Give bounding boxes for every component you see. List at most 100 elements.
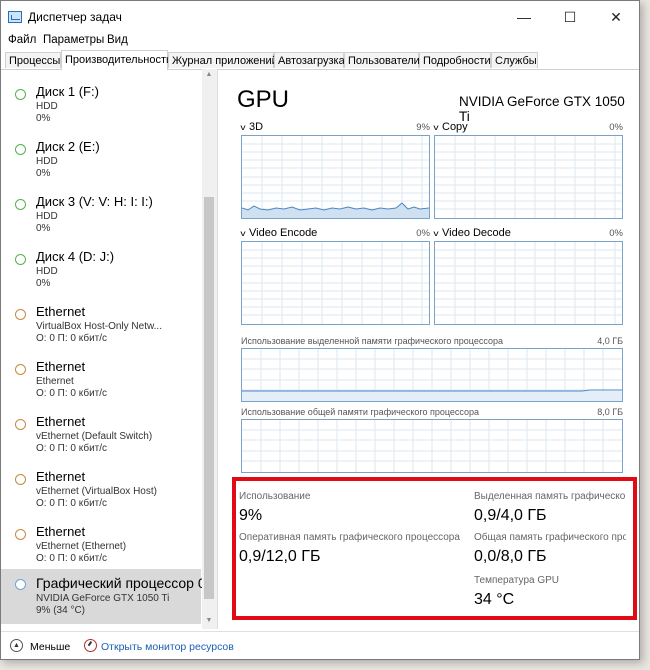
task-manager-icon	[8, 11, 22, 23]
tab-processes[interactable]: Процессы	[5, 52, 61, 68]
menu-file[interactable]: Файл	[8, 34, 36, 46]
menu-bar: Файл Параметры Вид	[1, 33, 639, 51]
scroll-up-arrow-icon[interactable]: ▲	[204, 71, 214, 78]
menu-view[interactable]: Вид	[107, 34, 128, 46]
sidebar-item-ethernet-5[interactable]: Ethernet vEthernet (Ethernet) О: 0 П: 0 …	[1, 509, 201, 564]
highlight-box	[232, 477, 637, 620]
sidebar-item-sub: HDD	[36, 211, 58, 222]
sidebar-item-value: 0%	[36, 278, 51, 289]
graph-video-encode-gridlines	[242, 242, 429, 324]
scroll-down-arrow-icon[interactable]: ▼	[204, 617, 214, 624]
window-title: Диспетчер задач	[28, 10, 122, 24]
tab-services[interactable]: Службы	[491, 52, 538, 68]
chevron-down-icon: v	[240, 229, 246, 238]
sidebar-item-sub: vEthernet (Ethernet)	[36, 541, 127, 552]
sidebar-item-value: 0%	[36, 223, 51, 234]
sidebar-item-value: О: 0 П: 0 кбит/с	[36, 443, 108, 454]
graph-dedicated-memory-area	[242, 391, 622, 401]
sidebar-item-disk-4[interactable]: Диск 4 (D: J:) HDD 0%	[1, 234, 201, 289]
minimize-button[interactable]: —	[501, 1, 547, 33]
menu-options[interactable]: Параметры	[43, 34, 104, 46]
page-title: GPU	[237, 86, 290, 113]
orange-circle-icon	[15, 529, 26, 540]
sidebar-item-disk-2[interactable]: Диск 2 (E:) HDD 0%	[1, 124, 201, 179]
sidebar-item-sub: NVIDIA GeForce GTX 1050 Ti	[36, 593, 170, 604]
sidebar-item-sub: vEthernet (VirtualBox Host)	[36, 486, 157, 497]
graph-video-encode	[241, 241, 430, 325]
sidebar-item-name: Ethernet	[36, 524, 86, 539]
sidebar-item-sub: vEthernet (Default Switch)	[36, 431, 153, 442]
graph-copy-plot	[435, 136, 622, 218]
sidebar-item-name: Ethernet	[36, 304, 86, 319]
engine-pct-copy: 0%	[609, 122, 623, 133]
graph-3d-area	[242, 203, 429, 218]
orange-circle-icon	[15, 474, 26, 485]
sidebar-item-value: О: 0 П: 0 кбит/с	[36, 498, 108, 509]
tab-performance[interactable]: Производительность	[61, 50, 172, 70]
blue-circle-icon	[15, 579, 26, 590]
engine-pct-video-encode: 0%	[416, 228, 430, 239]
graph-shared-memory	[241, 419, 623, 473]
graph-dedicated-memory-plot	[242, 349, 622, 401]
resource-monitor-icon[interactable]	[84, 639, 97, 652]
sidebar-item-sub: HDD	[36, 101, 58, 112]
sidebar-item-name: Ethernet	[36, 469, 86, 484]
sidebar-item-value: 0%	[36, 168, 51, 179]
shared-memory-label: Использование общей памяти графического …	[241, 407, 480, 417]
sidebar-item-ethernet-4[interactable]: Ethernet vEthernet (VirtualBox Host) О: …	[1, 454, 201, 509]
graph-shared-memory-gridlines	[242, 420, 622, 472]
engine-label-video-encode[interactable]: v Video Encode	[240, 227, 317, 239]
fewer-details-button[interactable]: Меньше	[30, 641, 70, 653]
sidebar-scroll-thumb[interactable]	[204, 197, 214, 599]
green-circle-icon	[15, 144, 26, 155]
tab-startup[interactable]: Автозагрузка	[274, 52, 345, 68]
close-button[interactable]: ✕	[593, 1, 639, 33]
sidebar-item-value: О: 0 П: 0 кбит/с	[36, 388, 108, 399]
title-bar: Диспетчер задач — ☐ ✕	[1, 1, 639, 33]
sidebar-item-name: Ethernet	[36, 414, 86, 429]
sidebar-item-name: Графический процессор 0	[36, 575, 206, 591]
graph-video-encode-plot	[242, 242, 429, 324]
footer-bar: ▲ Меньше Открыть монитор ресурсов	[1, 631, 639, 660]
graph-3d-plot	[242, 136, 429, 218]
engine-label-3d[interactable]: v 3D	[240, 121, 263, 133]
tab-users[interactable]: Пользователи	[344, 52, 420, 68]
maximize-button[interactable]: ☐	[547, 1, 593, 33]
sidebar-item-sub: Ethernet	[36, 376, 74, 387]
sidebar-item-ethernet-3[interactable]: Ethernet vEthernet (Default Switch) О: 0…	[1, 399, 201, 454]
sidebar-item-name: Диск 2 (E:)	[36, 139, 100, 154]
gpu-model-name: NVIDIA GeForce GTX 1050 Ti	[459, 94, 625, 124]
sidebar-item-sub: HDD	[36, 266, 58, 277]
engine-label-copy[interactable]: v Copy	[433, 121, 467, 133]
engine-label-video-decode[interactable]: v Video Decode	[433, 227, 511, 239]
tab-app-history[interactable]: Журнал приложений	[168, 52, 278, 68]
green-circle-icon	[15, 199, 26, 210]
orange-circle-icon	[15, 419, 26, 430]
sidebar-item-ethernet-2[interactable]: Ethernet Ethernet О: 0 П: 0 кбит/с	[1, 344, 201, 399]
sidebar-item-gpu-0[interactable]: Графический процессор 0 NVIDIA GeForce G…	[1, 569, 206, 624]
graph-video-decode-gridlines	[435, 242, 622, 324]
chevron-up-icon[interactable]: ▲	[10, 639, 23, 652]
orange-circle-icon	[15, 364, 26, 375]
graph-dedicated-memory	[241, 348, 623, 402]
graph-copy-gridlines	[435, 136, 622, 218]
graph-shared-memory-plot	[242, 420, 622, 472]
dedicated-memory-label: Использование выделенной памяти графичес…	[241, 336, 503, 346]
graph-video-decode	[434, 241, 623, 325]
sidebar-item-disk-3[interactable]: Диск 3 (V: V: H: I: I:) HDD 0%	[1, 179, 201, 234]
open-resource-monitor-link[interactable]: Открыть монитор ресурсов	[101, 641, 234, 653]
tab-bar: Процессы Производительность Журнал прило…	[1, 50, 639, 70]
sidebar-item-disk-1[interactable]: Диск 1 (F:) HDD 0%	[1, 69, 201, 124]
green-circle-icon	[15, 89, 26, 100]
sidebar-item-ethernet-1[interactable]: Ethernet VirtualBox Host-Only Netw... О:…	[1, 289, 201, 344]
tab-details[interactable]: Подробности	[419, 52, 491, 68]
shared-memory-max: 8,0 ГБ	[597, 407, 623, 417]
sidebar-item-name: Диск 3 (V: V: H: I: I:)	[36, 194, 153, 209]
chevron-down-icon: v	[433, 123, 439, 132]
engine-pct-3d: 9%	[416, 122, 430, 133]
sidebar-item-name: Диск 4 (D: J:)	[36, 249, 115, 264]
chevron-down-icon: v	[433, 229, 439, 238]
task-manager-window: Диспетчер задач — ☐ ✕ Файл Параметры Вид…	[0, 0, 640, 660]
sidebar-item-value: О: 0 П: 0 кбит/с	[36, 333, 108, 344]
sidebar-item-value: О: 0 П: 0 кбит/с	[36, 553, 108, 564]
